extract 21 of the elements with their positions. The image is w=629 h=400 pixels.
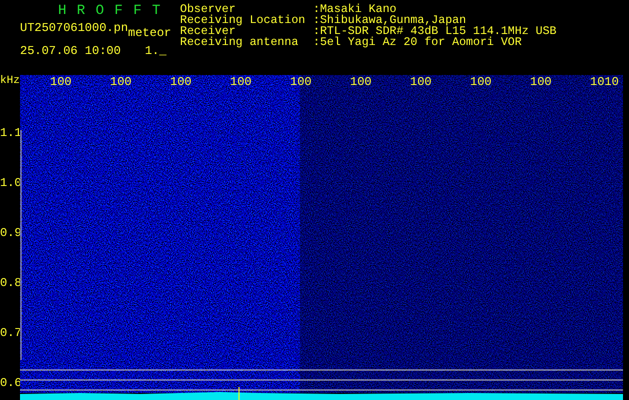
axis-label: 0.7 (0, 327, 22, 339)
counter: 1._ (144, 43, 166, 60)
app-title: H R O F F T (58, 3, 162, 19)
info-label: Observer (180, 4, 236, 15)
file-name: UT2507061000.pn (20, 20, 128, 37)
axis-label: 100 (350, 75, 373, 89)
axis-label: 100 (410, 75, 433, 89)
info-value: :RTL-SDR SDR# 43dB L15 114.1MHz USB (313, 26, 557, 37)
info-label: Receiving antenna (180, 37, 300, 48)
info-value: :5el Yagi Az 20 for Aomori VOR (313, 37, 522, 48)
axis-unit: kHz (0, 75, 20, 87)
info-value: :Shibukawa,Gunma,Japan (313, 15, 466, 26)
date-time: 25.07.06 10:00 (20, 43, 121, 60)
info-label: Receiving Location (180, 15, 306, 26)
axis-label: 1010 (590, 75, 620, 89)
info-value: :Masaki Kano (313, 4, 396, 15)
axis-label: 100 (470, 75, 493, 89)
axis-label: 100 (530, 75, 553, 89)
file-suffix: meteor (128, 25, 172, 42)
info-label: Receiver (180, 26, 236, 37)
axis-label: 1.1 (0, 127, 22, 139)
